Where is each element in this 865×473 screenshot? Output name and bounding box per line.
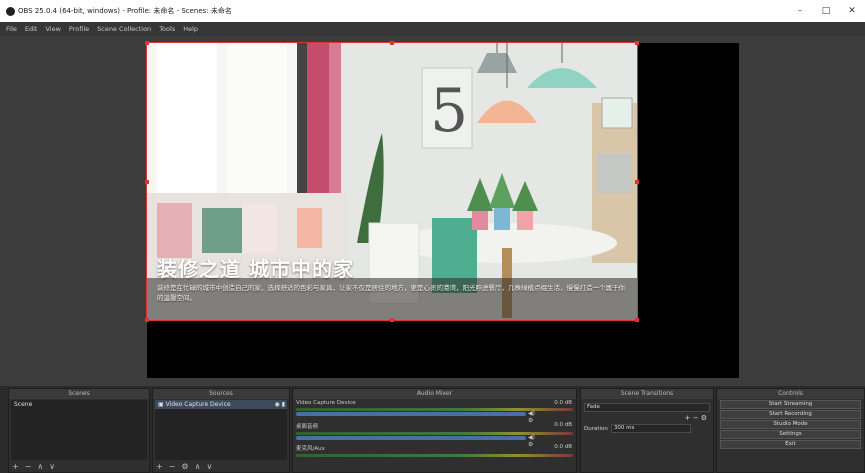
- move-up-icon[interactable]: ∧: [37, 462, 43, 471]
- duration-row: Duration 300 ms: [581, 422, 713, 435]
- start-recording-button[interactable]: Start Recording: [720, 410, 861, 419]
- channel-db: 0.0 dB: [554, 400, 572, 406]
- scenes-dock: Scenes Scene + − ∧ ∨: [8, 388, 150, 473]
- mixer-channel: 麦克风/Aux 0.0 dB: [293, 443, 576, 465]
- controls-header: Controls: [717, 389, 864, 399]
- menu-view[interactable]: View: [45, 25, 60, 33]
- channel-name: 麦克风/Aux: [296, 446, 325, 452]
- transform-handle-top[interactable]: [390, 41, 394, 45]
- mixer-header: Audio Mixer: [293, 389, 576, 399]
- menu-help[interactable]: Help: [183, 25, 198, 33]
- source-item[interactable]: ▣ Video Capture Device ◉ ▮: [155, 400, 287, 409]
- transform-handle-tl[interactable]: [145, 41, 149, 45]
- sources-dock: Sources ▣ Video Capture Device ◉ ▮ + − ⚙…: [152, 388, 290, 473]
- studio-mode-button[interactable]: Studio Mode: [720, 420, 861, 429]
- transitions-header: Scene Transitions: [581, 389, 713, 399]
- exit-button[interactable]: Exit: [720, 440, 861, 449]
- overlay-body-text: 装修是在忙碌的城市中创造自己的家，选择舒适的色彩与家具，让家不仅是居住的地方，更…: [157, 284, 625, 302]
- controls-dock: Controls Start Streaming Start Recording…: [716, 388, 865, 473]
- maximize-button[interactable]: □: [813, 0, 839, 22]
- camera-icon: ▣: [158, 401, 166, 408]
- source-item-label: Video Capture Device: [165, 401, 231, 408]
- transform-handle-right[interactable]: [635, 180, 639, 184]
- scenes-list[interactable]: Scene: [11, 400, 147, 460]
- mixer-channel: Video Capture Device 0.0 dB ◀) ⚙: [293, 399, 576, 424]
- transition-add-remove[interactable]: + − ⚙: [581, 414, 713, 422]
- obs-logo-icon: [6, 6, 15, 16]
- transform-handle-bl[interactable]: [145, 318, 149, 322]
- scene-item[interactable]: Scene: [11, 400, 147, 409]
- transform-handle-br[interactable]: [635, 318, 639, 322]
- move-down-icon[interactable]: ∨: [49, 462, 55, 471]
- volume-fader[interactable]: ◀) ⚙: [296, 434, 535, 448]
- add-source-icon[interactable]: +: [156, 462, 163, 471]
- channel-db: 0.0 dB: [554, 444, 572, 450]
- transform-handle-left[interactable]: [145, 180, 149, 184]
- overlay-headline: 装修之道 城市中的家: [157, 257, 354, 281]
- add-scene-icon[interactable]: +: [12, 462, 19, 471]
- start-streaming-button[interactable]: Start Streaming: [720, 400, 861, 409]
- channel-db: 0.0 dB: [554, 422, 572, 428]
- video-capture-source[interactable]: 5 装修之道 城市中的家 装修是在忙碌的城市中创造自己的家，选择舒适的色彩与家具…: [146, 42, 638, 321]
- visibility-eye-icon[interactable]: ◉ ▮: [275, 400, 285, 409]
- audio-mixer-dock: Audio Mixer Video Capture Device 0.0 dB …: [292, 388, 577, 473]
- sources-header: Sources: [153, 389, 289, 399]
- sources-list[interactable]: ▣ Video Capture Device ◉ ▮: [155, 400, 287, 460]
- scene-transitions-dock: Scene Transitions Fade + − ⚙ Duration 30…: [580, 388, 714, 473]
- menu-tools[interactable]: Tools: [159, 25, 175, 33]
- channel-name: Video Capture Device: [296, 400, 356, 406]
- volume-fader[interactable]: ◀) ⚙: [296, 410, 535, 424]
- transition-type-select[interactable]: Fade: [584, 403, 710, 412]
- menu-file[interactable]: File: [6, 25, 17, 33]
- svg-text:5: 5: [430, 76, 468, 146]
- remove-source-icon[interactable]: −: [169, 462, 176, 471]
- menu-scene-collection[interactable]: Scene Collection: [97, 25, 151, 33]
- channel-name: 桌面音频: [296, 424, 319, 430]
- transform-handle-tr[interactable]: [635, 41, 639, 45]
- title-bar: OBS 25.0.4 (64-bit, windows) - Profile: …: [0, 0, 865, 22]
- remove-scene-icon[interactable]: −: [25, 462, 32, 471]
- scenes-toolbar: + − ∧ ∨: [12, 462, 55, 471]
- volume-meter: [296, 454, 573, 457]
- close-button[interactable]: ✕: [839, 0, 865, 22]
- menu-profile[interactable]: Profile: [69, 25, 89, 33]
- mixer-channel: 桌面音频 0.0 dB ◀) ⚙: [293, 421, 576, 448]
- menu-edit[interactable]: Edit: [25, 25, 38, 33]
- source-down-icon[interactable]: ∨: [206, 462, 212, 471]
- settings-button[interactable]: Settings: [720, 430, 861, 439]
- scenes-header: Scenes: [9, 389, 149, 399]
- source-settings-icon[interactable]: ⚙: [181, 462, 188, 471]
- source-up-icon[interactable]: ∧: [195, 462, 201, 471]
- minimize-button[interactable]: –: [787, 0, 813, 22]
- docks-area: Scenes Scene + − ∧ ∨ Sources ▣ Video Cap…: [0, 388, 865, 473]
- window-title: OBS 25.0.4 (64-bit, windows) - Profile: …: [18, 7, 232, 15]
- transform-handle-bottom[interactable]: [390, 318, 394, 322]
- sources-toolbar: + − ⚙ ∧ ∨: [156, 462, 212, 471]
- duration-input[interactable]: 300 ms: [610, 424, 691, 433]
- window-controls: – □ ✕: [787, 0, 865, 22]
- duration-label: Duration: [584, 425, 608, 432]
- menu-bar: File Edit View Profile Scene Collection …: [0, 22, 865, 36]
